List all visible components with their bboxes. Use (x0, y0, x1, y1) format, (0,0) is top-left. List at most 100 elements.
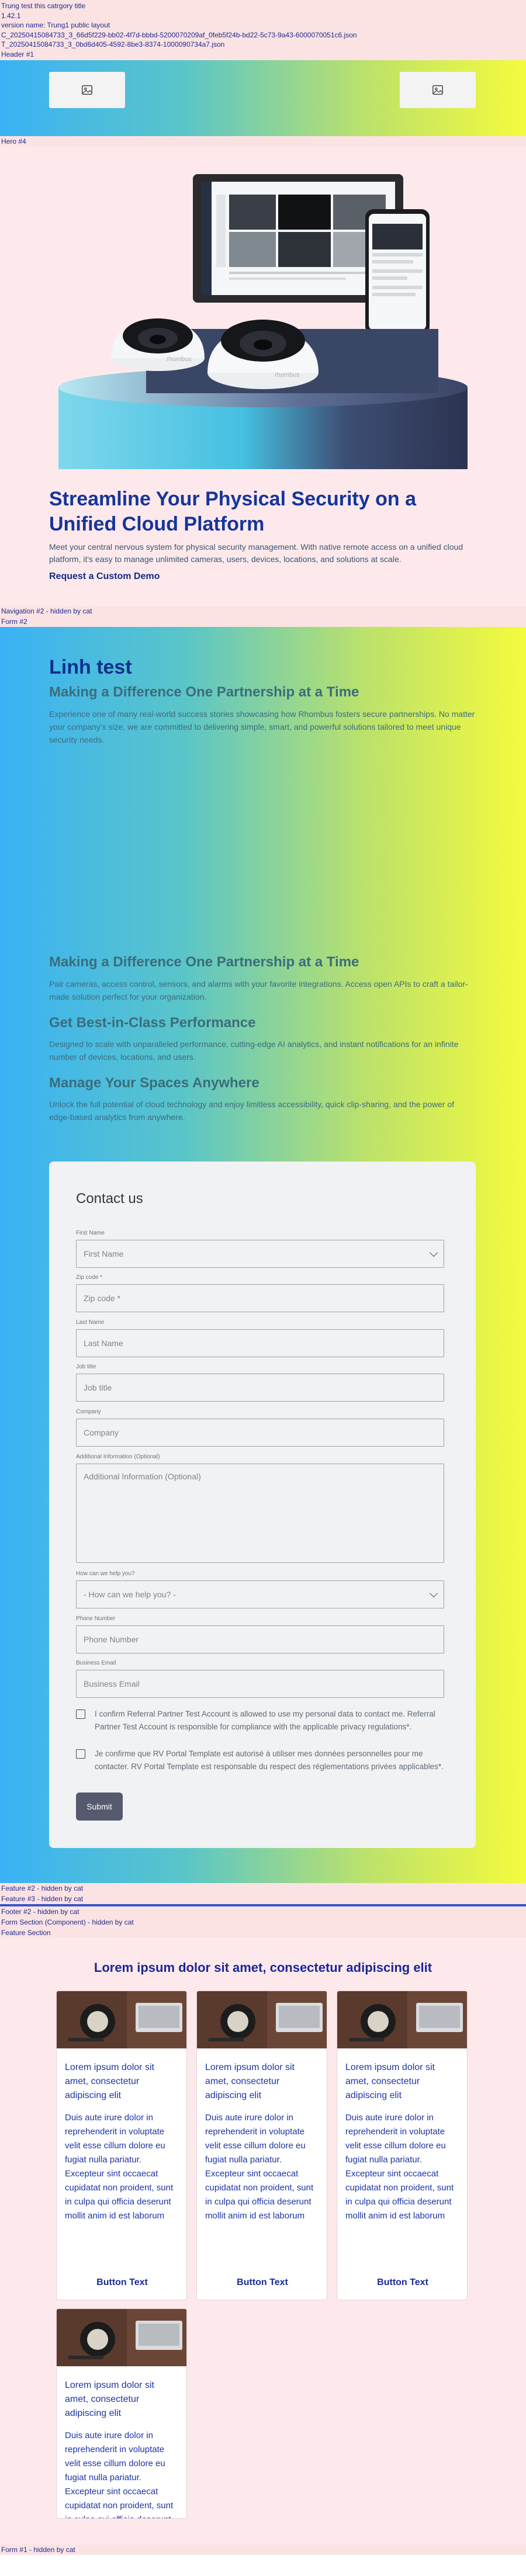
partnership-heading-2: Making a Difference One Partnership at a… (49, 954, 359, 970)
feature-card: Lorem ipsum dolor sit amet, consectetur … (196, 1991, 327, 2300)
card-title: Lorem ipsum dolor sit amet, consectetur … (65, 2380, 154, 2418)
chevron-down-icon (429, 1589, 438, 1597)
feature-section: Lorem ipsum dolor sit amet, consectetur … (0, 1938, 526, 2544)
image-icon (82, 85, 92, 95)
card-title: Lorem ipsum dolor sit amet, consectetur … (345, 2062, 435, 2100)
phone-label: Phone Number (76, 1615, 116, 1622)
header (0, 60, 526, 136)
consent-fr-text: Je confirme que RV Portal Template est a… (95, 1749, 444, 1771)
hero-description: Meet your central nervous system for phy… (49, 542, 463, 564)
file-c: C_20250415084733_3_66d5f229-bb02-4f7d-bb… (1, 30, 357, 39)
feature-card: Lorem ipsum dolor sit amet, consectetur … (56, 2308, 187, 2519)
card-image (57, 2309, 186, 2366)
image-icon (432, 85, 443, 95)
feature-heading: Lorem ipsum dolor sit amet, consectetur … (94, 1960, 432, 1975)
email-input[interactable]: Business Email (76, 1670, 444, 1698)
help-select[interactable]: - How can we help you? - (76, 1580, 444, 1608)
card-button[interactable]: Button Text (337, 2277, 467, 2288)
header-label: Header #1 (1, 50, 34, 58)
card-image (337, 1991, 467, 2048)
contact-form-card: Contact us First Name First Name Zip cod… (49, 1162, 476, 1848)
category-title: Trung test this catrgory title (1, 2, 86, 10)
zip-placeholder: Zip code * (84, 1294, 121, 1303)
additional-placeholder: Additional Information (Optional) (84, 1472, 201, 1481)
footer2-label: Footer #2 - hidden by cat (0, 1906, 526, 1917)
phone-placeholder: Phone Number (84, 1635, 139, 1644)
contact-title: Contact us (76, 1191, 143, 1206)
partnership-body-1: Experience one of many real-world succes… (49, 709, 475, 744)
zip-input[interactable]: Zip code * (76, 1284, 444, 1312)
form-section-title: Linh test (49, 656, 132, 678)
first-name-label: First Name (76, 1230, 105, 1236)
card-button[interactable]: Button Text (197, 2277, 327, 2288)
job-input[interactable]: Job title (76, 1374, 444, 1402)
first-name-placeholder: First Name (84, 1249, 124, 1258)
job-placeholder: Job title (84, 1383, 112, 1392)
feature-card: Lorem ipsum dolor sit amet, consectetur … (56, 1991, 187, 2300)
version-number: 1.42.1 (1, 11, 21, 20)
company-label: Company (76, 1409, 101, 1415)
partnership-heading-1: Making a Difference One Partnership at a… (49, 684, 359, 700)
email-placeholder: Business Email (84, 1679, 140, 1689)
consent-en-checkbox[interactable] (76, 1710, 85, 1719)
consent-fr-row: Je confirme que RV Portal Template est a… (76, 1748, 444, 1773)
zip-label: Zip code * (76, 1274, 103, 1281)
performance-body: Designed to scale with unparalleled perf… (49, 1039, 459, 1062)
brand-text-right: rhombus (275, 372, 300, 379)
phone-group: Phone Number Phone Number (76, 1615, 444, 1653)
phone-input[interactable]: Phone Number (76, 1625, 444, 1653)
hero-label: Hero #4 (0, 136, 526, 147)
form-label: Form #2 (0, 616, 526, 627)
hero-product-image: rhombus rhombus (58, 174, 468, 469)
hero-title: Streamline Your Physical Security on a U… (49, 488, 416, 535)
email-label: Business Email (76, 1660, 116, 1666)
file-t: T_20250415084733_3_0bd6d405-4592-8be3-83… (1, 40, 225, 48)
last-name-input[interactable]: Last Name (76, 1329, 444, 1357)
company-placeholder: Company (84, 1428, 119, 1437)
partnership-body-2: Pair cameras, access control, sensors, a… (49, 979, 468, 1001)
card-body: Duis aute irure dolor in reprehenderit i… (345, 2113, 454, 2221)
logo-left[interactable] (49, 72, 125, 108)
card-image (197, 1991, 327, 2048)
performance-heading: Get Best-in-Class Performance (49, 1015, 256, 1031)
job-label: Job title (76, 1364, 96, 1370)
last-name-label: Last Name (76, 1319, 105, 1326)
submit-button[interactable]: Submit (76, 1793, 123, 1821)
logo-right[interactable] (400, 72, 476, 108)
feature3-label: Feature #3 - hidden by cat (0, 1894, 526, 1904)
card-body: Duis aute irure dolor in reprehenderit i… (205, 2113, 314, 2221)
card-title: Lorem ipsum dolor sit amet, consectetur … (205, 2062, 295, 2100)
consent-en-text: I confirm Referral Partner Test Account … (95, 1710, 435, 1731)
navigation-label: Navigation #2 - hidden by cat (0, 606, 526, 616)
brand-text-left: rhombus (167, 356, 192, 363)
first-name-select[interactable]: First Name (76, 1240, 444, 1268)
card-image (57, 1991, 186, 2048)
first-name-group: First Name First Name (76, 1230, 444, 1268)
card-body: Duis aute irure dolor in reprehenderit i… (65, 2113, 174, 2221)
card-body: Duis aute irure dolor in reprehenderit i… (65, 2431, 174, 2518)
request-demo-link[interactable]: Request a Custom Demo (49, 571, 160, 582)
help-label: How can we help you? (76, 1570, 135, 1577)
hero-section: rhombus rhombus Streamline Your Physical… (0, 147, 526, 606)
debug-info: Trung test this catrgory title 1.42.1 ve… (0, 0, 526, 60)
feature2-label: Feature #2 - hidden by cat (0, 1883, 526, 1894)
feature-card: Lorem ipsum dolor sit amet, consectetur … (337, 1991, 468, 2300)
company-group: Company Company (76, 1409, 444, 1447)
additional-label: Additional Information (Optional) (76, 1454, 160, 1460)
consent-en-row: I confirm Referral Partner Test Account … (76, 1708, 444, 1733)
company-input[interactable]: Company (76, 1419, 444, 1447)
zip-group: Zip code * Zip code * (76, 1274, 444, 1312)
help-group: How can we help you? - How can we help y… (76, 1570, 444, 1608)
form1-label: Form #1 - hidden by cat (0, 2544, 526, 2555)
form-section-component-label: Form Section (Component) - hidden by cat (0, 1917, 526, 1927)
additional-textarea[interactable]: Additional Information (Optional) (76, 1464, 444, 1563)
last-name-placeholder: Last Name (84, 1339, 123, 1348)
card-title: Lorem ipsum dolor sit amet, consectetur … (65, 2062, 154, 2100)
card-button[interactable]: Button Text (57, 2277, 186, 2288)
manage-heading: Manage Your Spaces Anywhere (49, 1075, 259, 1091)
additional-group: Additional Information (Optional) Additi… (76, 1454, 444, 1563)
last-name-group: Last Name Last Name (76, 1319, 444, 1357)
manage-body: Unlock the full potential of cloud techn… (49, 1100, 455, 1122)
layout-name: version name: Trung1 public layout (1, 21, 110, 29)
consent-fr-checkbox[interactable] (76, 1749, 85, 1759)
